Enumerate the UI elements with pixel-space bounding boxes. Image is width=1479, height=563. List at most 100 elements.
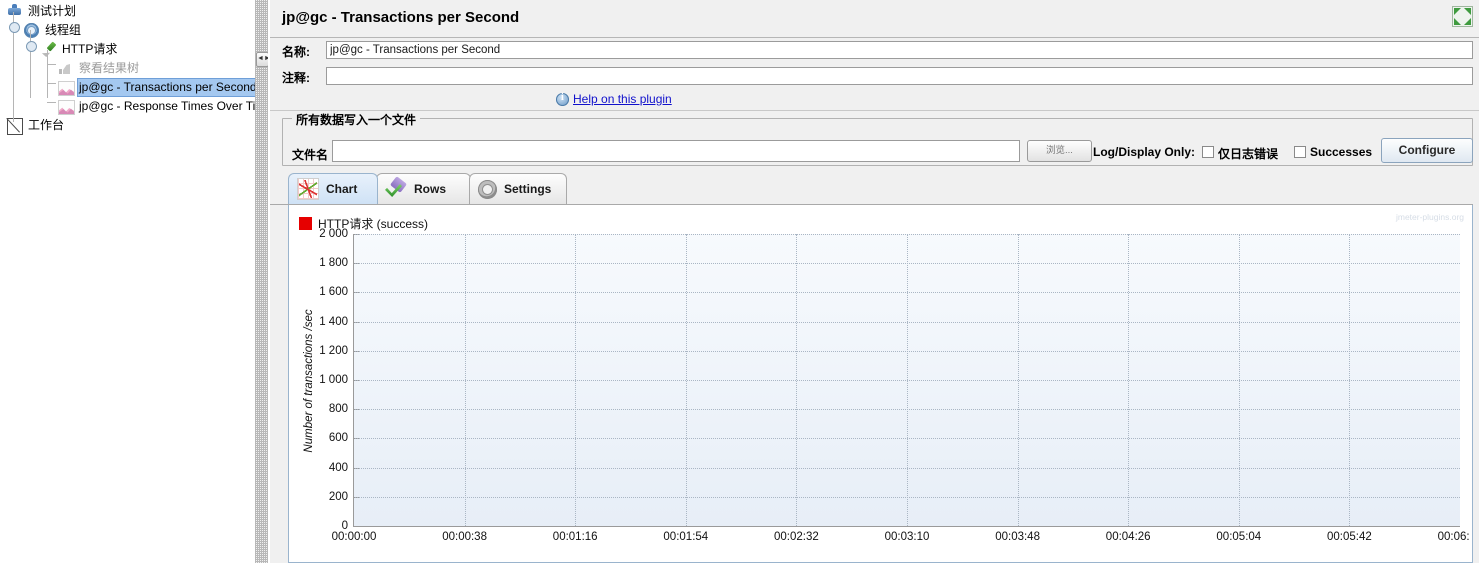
y-tick-label: 1 000 [319,374,348,386]
graph-icon [57,79,75,96]
tab-label: Settings [504,182,552,196]
tree-item-label: HTTP请求 [62,42,118,56]
tree-connector [47,83,56,84]
browse-button[interactable]: 浏览... [1027,140,1092,162]
y-tick-mark [354,526,359,527]
chart-surface[interactable]: HTTP请求 (success) jmeter-plugins.org Numb… [291,207,1470,560]
legend-swatch-icon [299,217,312,230]
x-gridline [796,234,798,526]
x-tick-label: 00:01:54 [663,531,709,543]
tree-item[interactable]: 察看结果树 [0,59,255,78]
comment-field[interactable] [326,67,1473,85]
x-tick-label: 00:05:42 [1327,531,1372,543]
panel-titlebar: jp@gc - Transactions per Second [270,0,1479,38]
tree-item[interactable]: 测试计划 [0,2,255,21]
chart-plot-area[interactable]: 0 200 400 600 800 1 000 1 200 1 400 1 600 1 800 2 … [319,228,1470,543]
x-tick-label: 00:00:38 [442,531,487,543]
tab-rows[interactable]: Rows [376,173,471,204]
tree-item-label: 工作台 [28,118,65,132]
x-gridline [1017,234,1019,526]
gear-icon [478,179,497,199]
y-tick-mark [354,380,359,381]
y-tick-label: 1 400 [319,315,348,328]
split-pane-divider[interactable]: ◄► [255,0,271,563]
tree-connector [47,102,56,103]
workbench-icon [6,117,23,135]
tree-item[interactable]: 工作台 [0,116,255,135]
tree-item[interactable]: jp@gc - Response Times Over Tim [0,97,255,116]
tree-connector [47,50,48,98]
comment-row: 注释: [270,64,1479,90]
tree-item-label: jp@gc - Transactions per Second [77,78,255,97]
tree-item-label: 测试计划 [28,4,77,18]
tree-item[interactable]: HTTP请求 [0,40,255,59]
y-tick-label: 400 [328,461,348,474]
x-gridline [1238,234,1240,526]
log-display-only-label: Log/Display Only: [1093,145,1196,159]
configure-button[interactable]: Configure [1381,138,1473,163]
y-axis-label-wrap: Number of transactions /sec [301,234,317,527]
y-tick-mark [354,467,359,469]
y-tick-label: 800 [328,403,348,416]
test-plan-tree-panel: 测试计划线程组 HTTP请求察看结果树 jp@gc - Transactions p… [0,0,255,563]
tab-settings[interactable]: Settings [469,173,567,204]
successes-label[interactable]: Successes [1310,145,1372,159]
x-gridline [1128,234,1130,526]
test-plan-tree[interactable]: 测试计划线程组 HTTP请求察看结果树 jp@gc - Transactions p… [0,0,255,135]
section-divider [270,110,1479,111]
tab-label: Rows [414,182,447,196]
successes-checkbox[interactable] [1294,146,1306,158]
groupbox-title: 所有数据写入一个文件 [292,111,421,128]
help-on-plugin-link[interactable]: Help on this plugin [573,92,672,106]
x-gridline [1349,234,1351,526]
y-tick-label: 1 600 [319,286,348,299]
tree-item-label: 线程组 [45,23,82,37]
test-plan-icon [6,3,23,20]
y-tick-mark [354,350,359,352]
name-label: 名称: [282,45,310,59]
filename-label: 文件名 [292,148,329,162]
tree-item[interactable]: 线程组 [0,21,255,40]
y-tick-mark [354,438,359,440]
check-icon [385,179,407,199]
tree-expand-handle[interactable] [9,22,20,33]
x-gridline [464,234,466,526]
thread-group-icon [23,22,40,39]
errors-only-checkbox[interactable] [1202,146,1214,158]
x-tick-label: 00:00:00 [331,531,377,543]
tab-strip[interactable]: Chart Rows Settings [288,173,1479,206]
y-tick-mark [354,321,359,323]
graph-icon [57,98,75,115]
y-tick-mark [354,292,359,294]
http-request-icon [40,41,57,58]
y-tick-label: 600 [328,432,348,445]
x-tick-label: 00:01:16 [552,531,598,543]
x-gridline [575,234,577,526]
tree-item-label: 察看结果树 [79,61,140,75]
help-row: Help on this plugin [270,90,1479,109]
filename-input[interactable] [333,141,1019,161]
y-tick-mark [354,409,359,411]
y-tick-mark [354,496,359,498]
tab-label: Chart [326,182,358,196]
maximize-icon[interactable] [1452,6,1473,27]
y-tick-mark [354,263,359,265]
tree-expand-handle[interactable] [26,41,37,52]
y-tick-label: 200 [328,490,348,503]
name-input[interactable] [327,42,1472,58]
tab-chart[interactable]: Chart [288,173,378,204]
x-gridline [907,234,908,526]
filename-field[interactable] [332,140,1020,162]
x-tick-label: 00:03:10 [884,531,930,543]
x-tick-label: 00:06:21 [1437,531,1470,543]
errors-only-label[interactable]: 仅日志错误 [1218,145,1278,162]
comment-label: 注释: [282,71,310,85]
page-title: jp@gc - Transactions per Second [282,9,520,26]
tree-item[interactable]: jp@gc - Transactions per Second [0,78,255,97]
name-field[interactable] [326,41,1473,59]
comment-input[interactable] [327,68,1472,84]
y-tick-label: 1 200 [319,344,348,357]
chart-icon [297,178,319,200]
x-gridline [685,234,687,526]
y-axis-label: Number of transactions /sec [303,308,315,453]
